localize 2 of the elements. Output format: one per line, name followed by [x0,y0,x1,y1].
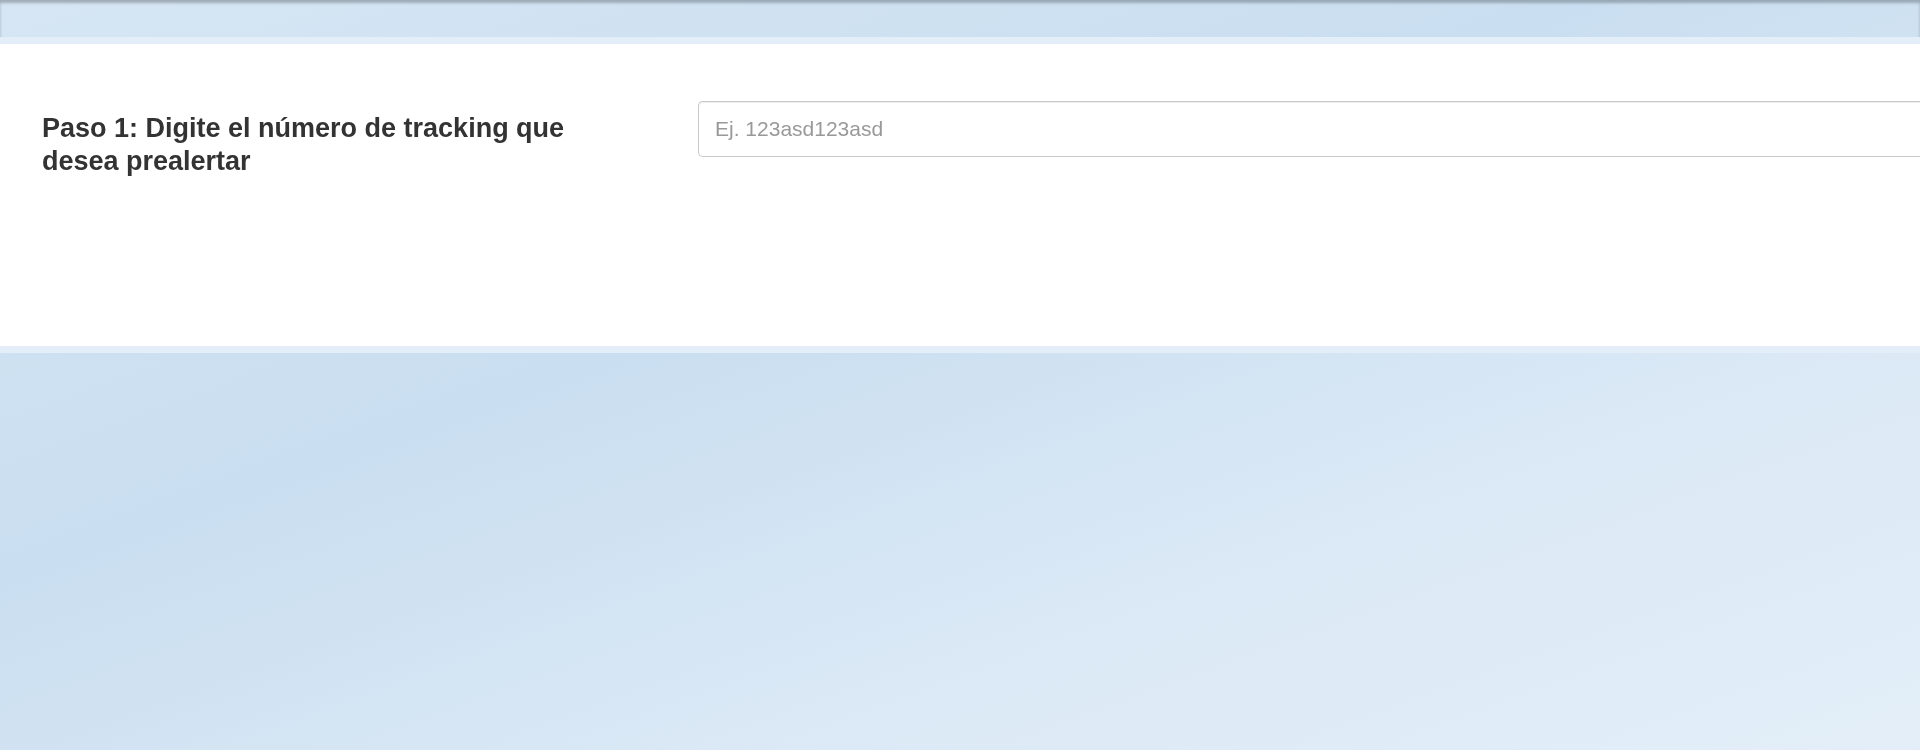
tracking-input-field[interactable]: Ej. 123asd123asd [698,101,1920,157]
step-label: Paso 1: Digite el número de tracking que desea prealertar [42,112,566,178]
